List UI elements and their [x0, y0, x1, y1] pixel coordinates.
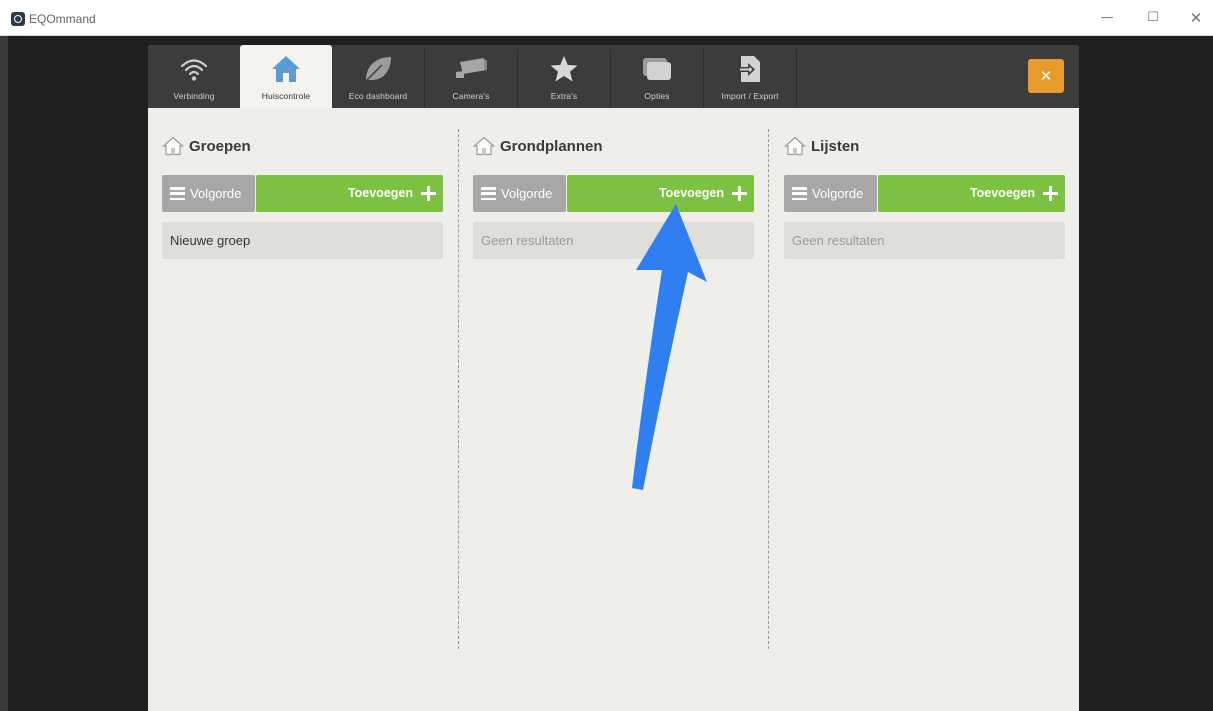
house-outline-icon: [473, 136, 495, 156]
empty-result-row: Geen resultaten: [784, 222, 1065, 259]
background-strip: [0, 36, 8, 711]
menu-lines-icon: [170, 187, 185, 200]
column-header: Groepen: [162, 135, 251, 157]
tab-label: Opties: [644, 91, 670, 101]
column-actions: Volgorde Toevoegen: [473, 175, 754, 212]
tab-separator: [796, 49, 797, 108]
tab-cameras[interactable]: Camera's: [425, 45, 517, 108]
order-button[interactable]: Volgorde: [473, 175, 566, 212]
house-outline-icon: [784, 136, 806, 156]
column-divider: [458, 129, 459, 649]
add-button[interactable]: Toevoegen: [567, 175, 754, 212]
tab-verbinding[interactable]: Verbinding: [148, 45, 240, 108]
column-actions: Volgorde Toevoegen: [162, 175, 443, 212]
add-button[interactable]: Toevoegen: [878, 175, 1065, 212]
column-header: Lijsten: [784, 135, 859, 157]
add-button[interactable]: Toevoegen: [256, 175, 443, 212]
plus-icon: [732, 186, 747, 201]
house-icon: [272, 56, 300, 82]
column-header: Grondplannen: [473, 135, 603, 157]
tab-label: Extra's: [550, 91, 578, 101]
add-button-label: Toevoegen: [658, 186, 724, 200]
star-icon: [550, 56, 578, 82]
add-button-label: Toevoegen: [969, 186, 1035, 200]
wifi-icon: [180, 59, 208, 81]
order-button[interactable]: Volgorde: [162, 175, 255, 212]
house-outline-icon: [162, 136, 184, 156]
order-button[interactable]: Volgorde: [784, 175, 877, 212]
tab-label: Camera's: [452, 91, 490, 101]
window-titlebar: EQOmmand — ☐ ✕: [0, 0, 1213, 36]
order-button-label: Volgorde: [812, 186, 864, 201]
close-button[interactable]: ✕: [1028, 59, 1064, 93]
top-navigation-bar: Verbinding Huiscontrole Eco dashboard Ca…: [148, 45, 1079, 108]
empty-result-row: Geen resultaten: [473, 222, 754, 259]
tab-import-export[interactable]: Import / Export: [704, 45, 796, 108]
window-close-button[interactable]: ✕: [1181, 8, 1211, 28]
import-export-icon: [738, 56, 760, 82]
minimize-button[interactable]: —: [1092, 8, 1122, 28]
list-item[interactable]: Nieuwe groep: [162, 222, 443, 259]
tab-huiscontrole[interactable]: Huiscontrole: [240, 45, 332, 108]
column-title: Groepen: [189, 137, 251, 155]
plus-icon: [421, 186, 436, 201]
tab-label: Verbinding: [173, 91, 215, 101]
column-title: Grondplannen: [500, 137, 603, 155]
plus-icon: [1043, 186, 1058, 201]
column-actions: Volgorde Toevoegen: [784, 175, 1065, 212]
order-button-label: Volgorde: [190, 186, 242, 201]
maximize-button[interactable]: ☐: [1138, 8, 1168, 28]
column-divider: [768, 129, 769, 649]
tab-label: Import / Export: [721, 91, 779, 101]
tab-extras[interactable]: Extra's: [518, 45, 610, 108]
tab-eco-dashboard[interactable]: Eco dashboard: [332, 45, 424, 108]
window-title: EQOmmand: [29, 12, 96, 26]
tab-label: Eco dashboard: [348, 91, 408, 101]
camera-icon: [456, 58, 487, 78]
menu-lines-icon: [792, 187, 807, 200]
app-panel: Verbinding Huiscontrole Eco dashboard Ca…: [148, 45, 1079, 711]
column-title: Lijsten: [811, 137, 860, 155]
order-button-label: Volgorde: [501, 186, 553, 201]
tab-opties[interactable]: Opties: [611, 45, 703, 108]
add-button-label: Toevoegen: [347, 186, 413, 200]
windows-icon: [643, 58, 671, 80]
leaf-icon: [365, 57, 391, 82]
app-logo-icon: [11, 12, 25, 26]
tab-label: Huiscontrole: [261, 91, 311, 101]
menu-lines-icon: [481, 187, 496, 200]
